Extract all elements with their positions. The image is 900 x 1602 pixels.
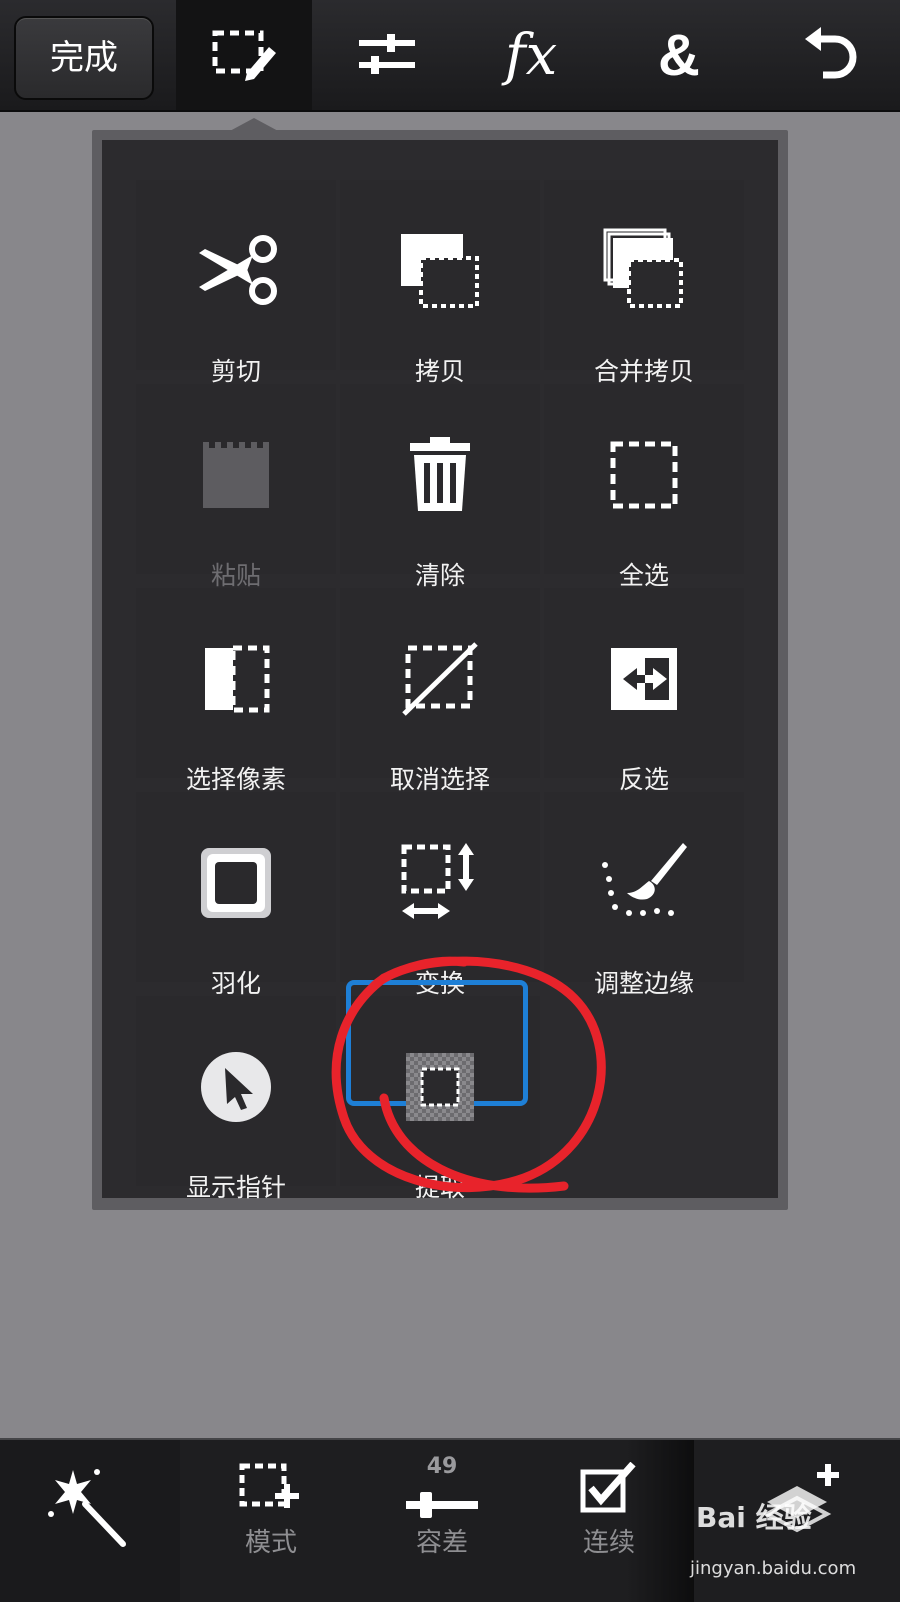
undo-button[interactable] — [766, 0, 896, 110]
transform-icon — [401, 843, 474, 919]
trash-icon — [410, 437, 470, 511]
top-toolbar: 完成 fx & — [0, 0, 900, 112]
selection-tool-button[interactable] — [176, 0, 312, 110]
tolerance-button[interactable]: 49 容差 — [360, 1440, 524, 1602]
menu-item-label: 拷贝 — [414, 357, 465, 386]
menu-item-label: 剪切 — [210, 357, 261, 386]
feather-icon — [201, 848, 271, 918]
select-pixels-icon — [205, 645, 270, 713]
baidu-watermark: Bai 经验 jingyan.baidu.com — [690, 1470, 890, 1580]
menu-item-select-all[interactable]: 全选 — [544, 384, 744, 590]
menu-item-clear[interactable]: 清除 — [340, 384, 540, 590]
menu-item-label: 清除 — [414, 561, 465, 590]
fx-tool-button[interactable]: fx — [466, 0, 596, 110]
menu-item-invert[interactable]: 反选 — [544, 588, 744, 794]
selection-add-icon — [239, 1463, 299, 1508]
menu-item-select-pixels[interactable]: 选择像素 — [136, 588, 336, 794]
menu-item-copy[interactable]: 拷贝 — [340, 180, 540, 386]
menu-item-label: 全选 — [618, 561, 669, 590]
copy-icon — [401, 234, 479, 308]
menu-item-show-pointer[interactable]: 显示指针 — [136, 996, 336, 1202]
selection-edit-icon — [212, 30, 276, 81]
menu-item-label: 反选 — [618, 765, 669, 794]
fx-icon: fx — [504, 22, 558, 88]
scissors-icon — [199, 235, 277, 305]
annotation-circle — [331, 956, 606, 1193]
magic-wand-icon — [48, 1469, 126, 1547]
tolerance-value: 49 — [426, 1454, 458, 1479]
paste-icon — [203, 442, 269, 508]
refine-edge-icon — [602, 843, 687, 916]
contiguous-button[interactable]: 连续 — [524, 1440, 694, 1602]
undo-icon — [805, 27, 857, 79]
mode-button[interactable]: 模式 — [182, 1440, 360, 1602]
menu-item-label: 选择像素 — [185, 765, 286, 794]
invert-selection-icon — [611, 648, 677, 710]
adjust-tool-button[interactable] — [322, 0, 452, 110]
menu-item-label: 显示指针 — [185, 1173, 286, 1202]
tolerance-label: 容差 — [415, 1528, 468, 1558]
menu-item-merge-copy[interactable]: 合并拷贝 — [544, 180, 744, 386]
menu-item-label: 合并拷贝 — [593, 357, 694, 386]
pointer-icon — [201, 1052, 271, 1122]
ampersand-icon: & — [658, 22, 700, 88]
magic-wand-button[interactable] — [0, 1440, 180, 1602]
watermark-url: jingyan.baidu.com — [690, 1558, 857, 1579]
menu-item-cut[interactable]: 剪切 — [136, 180, 336, 386]
adjust-sliders-icon — [359, 34, 415, 74]
done-button[interactable]: 完成 — [14, 16, 154, 100]
select-all-icon — [610, 441, 678, 509]
menu-item-feather[interactable]: 羽化 — [136, 792, 336, 998]
menu-item-label: 取消选择 — [389, 765, 490, 794]
menu-item-deselect[interactable]: 取消选择 — [340, 588, 540, 794]
deselect-icon — [402, 642, 478, 716]
mode-label: 模式 — [244, 1528, 297, 1558]
menu-item-label: 粘贴 — [210, 561, 261, 590]
blend-tool-button[interactable]: & — [614, 0, 744, 110]
watermark-brand: Bai 经验 — [696, 1501, 812, 1534]
contiguous-check-icon — [580, 1462, 636, 1513]
tolerance-slider-icon — [406, 1492, 478, 1518]
menu-item-label: 羽化 — [210, 969, 261, 998]
menu-item-paste[interactable]: 粘贴 — [136, 384, 336, 590]
selection-menu: 剪切 拷贝 合并拷贝 粘贴 清除 全选 选择像素 取消选择 反选 羽化 变换 调… — [102, 140, 778, 1202]
merge-copy-icon — [603, 228, 683, 308]
contiguous-label: 连续 — [582, 1528, 635, 1558]
